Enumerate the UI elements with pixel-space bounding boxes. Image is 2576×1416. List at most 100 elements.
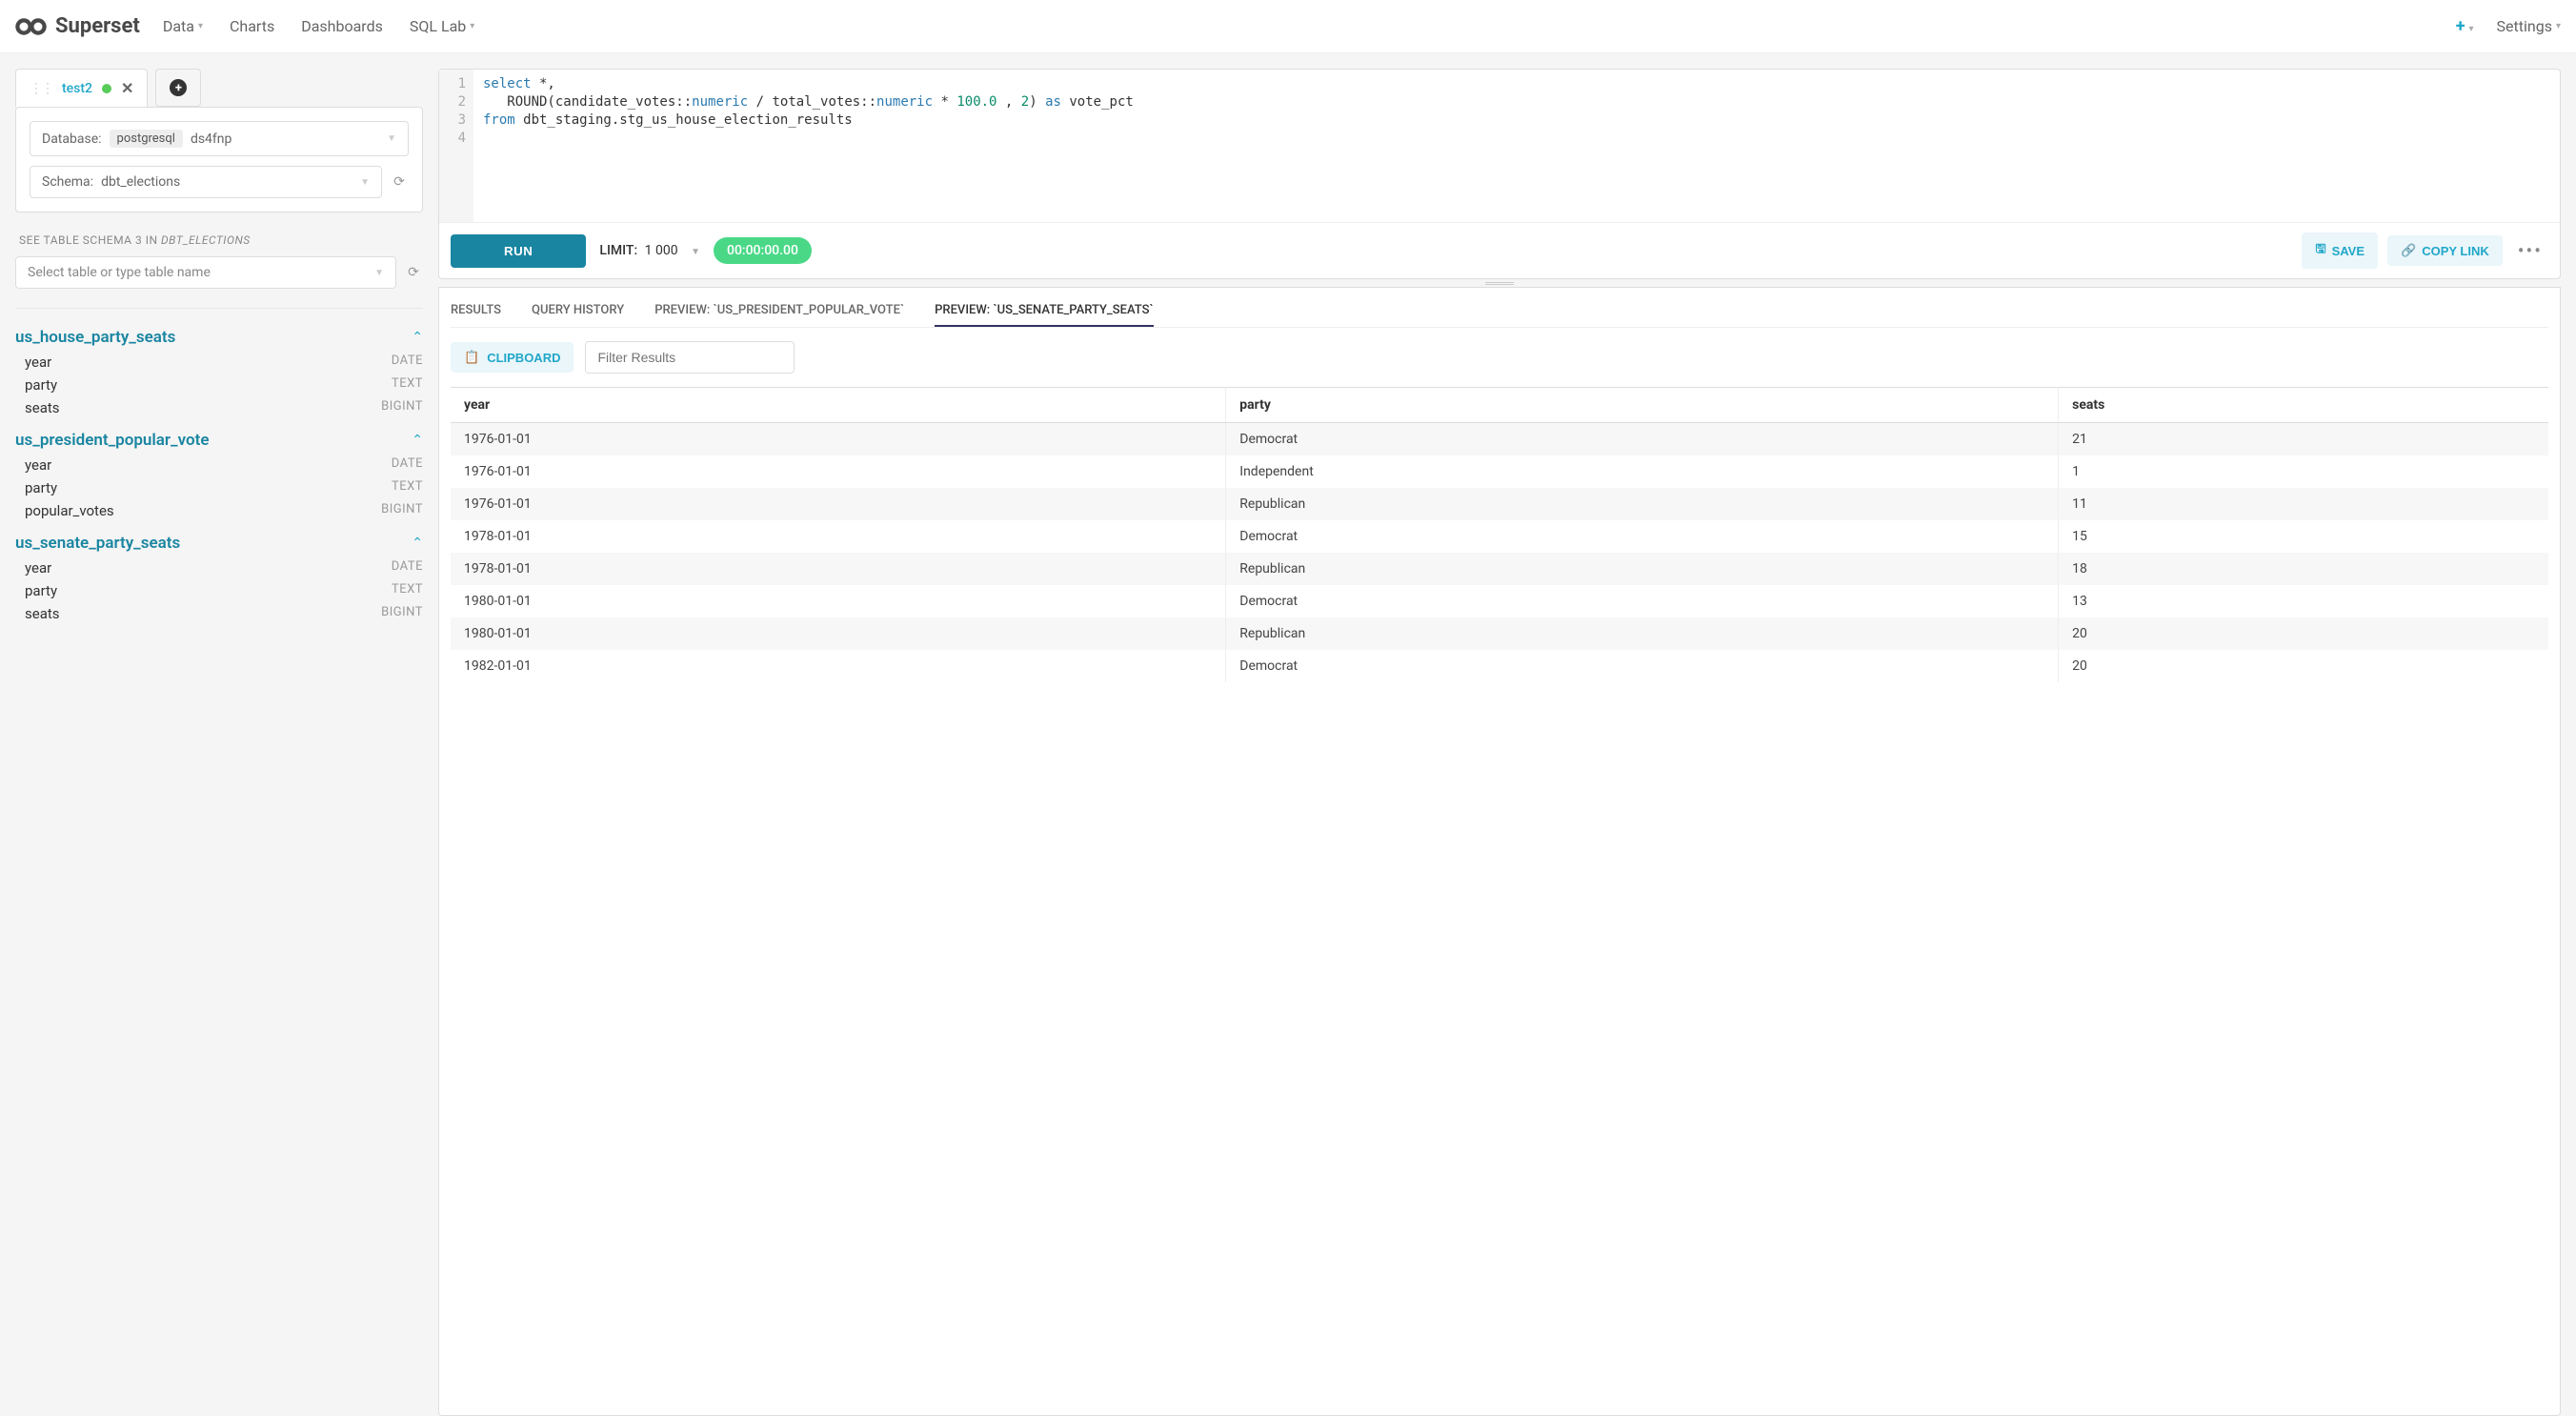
table-row[interactable]: 1978-01-01Democrat15 (451, 520, 2548, 553)
result-tab[interactable]: PREVIEW: `US_PRESIDENT_POPULAR_VOTE` (654, 295, 904, 327)
table-row[interactable]: 1980-01-01Republican20 (451, 617, 2548, 650)
table-header[interactable]: us_president_popular_vote⌃ (15, 427, 423, 454)
table-row[interactable]: 1980-01-01Democrat13 (451, 585, 2548, 617)
table-cell: 21 (2059, 423, 2548, 456)
new-button[interactable]: + ▾ (2456, 16, 2474, 36)
database-engine-pill: postgresql (110, 130, 183, 148)
column-type: DATE (392, 354, 423, 371)
clipboard-button[interactable]: 📋 CLIPBOARD (451, 342, 574, 373)
tab-close-icon[interactable]: ✕ (121, 79, 133, 97)
table-cell: Democrat (1226, 520, 2059, 553)
caret-down-icon: ▾ (2469, 24, 2474, 34)
table-cell: 20 (2059, 650, 2548, 682)
plus-circle-icon: + (170, 79, 187, 96)
more-menu-icon[interactable]: ••• (2512, 239, 2548, 262)
save-icon: 🖫 (2315, 240, 2325, 261)
caret-down-icon: ▼ (691, 247, 700, 257)
column-row: yearDATE (15, 556, 423, 579)
table-cell: 11 (2059, 488, 2548, 520)
column-type: BIGINT (381, 502, 423, 519)
column-type: TEXT (392, 582, 423, 599)
table-cell: 1978-01-01 (451, 520, 1226, 553)
sql-editor[interactable]: 1234 select *, ROUND(candidate_votes::nu… (439, 70, 2560, 222)
main-content: 1234 select *, ROUND(candidate_votes::nu… (438, 53, 2576, 1416)
table-row[interactable]: 1982-01-01Democrat20 (451, 650, 2548, 682)
table-header[interactable]: us_senate_party_seats ⌃ (15, 530, 423, 556)
resize-handle[interactable] (438, 279, 2561, 287)
drag-handle-icon[interactable]: ⋮⋮ (30, 81, 52, 96)
result-tab[interactable]: PREVIEW: `US_SENATE_PARTY_SEATS` (935, 295, 1154, 327)
column-row: seatsBIGINT (15, 602, 423, 625)
editor-panel: 1234 select *, ROUND(candidate_votes::nu… (438, 69, 2561, 279)
column-header[interactable]: year (451, 388, 1226, 423)
table-row[interactable]: 1976-01-01Republican11 (451, 488, 2548, 520)
column-name: popular_votes (25, 502, 114, 519)
table-cell: 1976-01-01 (451, 423, 1226, 456)
table-cell: 1978-01-01 (451, 553, 1226, 585)
query-tab[interactable]: ⋮⋮ test2 ✕ (15, 69, 148, 107)
tab-add-button[interactable]: + (155, 69, 201, 107)
editor-toolbar: RUN LIMIT: 1 000 ▼ 00:00:00.00 🖫 SAVE 🔗 … (439, 222, 2560, 278)
table-list: us_house_party_seats⌃yearDATEpartyTEXTse… (15, 308, 423, 625)
result-tab[interactable]: RESULTS (451, 295, 501, 327)
column-row: yearDATE (15, 351, 423, 374)
limit-control[interactable]: LIMIT: 1 000 ▼ (599, 243, 700, 258)
column-type: TEXT (392, 479, 423, 496)
result-controls: 📋 CLIPBOARD (451, 328, 2548, 387)
editor-code[interactable]: select *, ROUND(candidate_votes::numeric… (473, 70, 1143, 222)
table-row[interactable]: 1976-01-01Independent1 (451, 455, 2548, 488)
column-row: partyTEXT (15, 579, 423, 602)
column-header[interactable]: seats (2059, 388, 2548, 423)
caret-down-icon: ▼ (387, 133, 396, 144)
schema-select[interactable]: Schema: dbt_elections ▼ (30, 166, 382, 198)
refresh-icon[interactable]: ⟳ (390, 174, 409, 190)
filter-results-input[interactable] (585, 341, 795, 374)
superset-logo-icon (15, 16, 50, 37)
nav-settings[interactable]: Settings ▾ (2497, 17, 2561, 35)
schema-label: Schema: (42, 174, 93, 190)
save-button[interactable]: 🖫 SAVE (2302, 233, 2378, 269)
table-cell: Republican (1226, 553, 2059, 585)
table-cell: Independent (1226, 455, 2059, 488)
table-select[interactable]: Select table or type table name ▼ (15, 256, 396, 289)
nav-sqllab[interactable]: SQL Lab▾ (410, 17, 474, 35)
nav-dashboards[interactable]: Dashboards (301, 17, 383, 35)
column-name: year (25, 456, 51, 474)
nav-charts[interactable]: Charts (230, 17, 274, 35)
table-name: us_president_popular_vote (15, 431, 210, 450)
column-name: year (25, 559, 51, 577)
column-row: partyTEXT (15, 476, 423, 499)
table-header[interactable]: us_house_party_seats⌃ (15, 324, 423, 351)
clipboard-icon: 📋 (464, 350, 479, 365)
run-button[interactable]: RUN (451, 234, 586, 268)
limit-label: LIMIT: (599, 243, 637, 258)
chevron-up-icon: ⌃ (412, 536, 423, 551)
column-type: BIGINT (381, 605, 423, 622)
query-tabs: ⋮⋮ test2 ✕ + (15, 69, 423, 107)
table-name: us_senate_party_seats (15, 534, 180, 553)
table-row[interactable]: 1976-01-01Democrat21 (451, 423, 2548, 456)
table-cell: 13 (2059, 585, 2548, 617)
result-tab[interactable]: QUERY HISTORY (532, 295, 624, 327)
nav-data[interactable]: Data▾ (163, 17, 203, 35)
refresh-icon[interactable]: ⟳ (404, 265, 423, 280)
schema-heading: SEE TABLE SCHEMA 3 IN DBT_ELECTIONS (19, 233, 423, 247)
table-row[interactable]: 1978-01-01Republican18 (451, 553, 2548, 585)
table-cell: 1980-01-01 (451, 617, 1226, 650)
column-header[interactable]: party (1226, 388, 2059, 423)
table-cell: Democrat (1226, 650, 2059, 682)
column-row: popular_votes BIGINT (15, 499, 423, 522)
table-cell: Democrat (1226, 585, 2059, 617)
copy-link-button[interactable]: 🔗 COPY LINK (2387, 235, 2503, 266)
caret-down-icon: ▾ (198, 21, 203, 31)
column-type: DATE (392, 456, 423, 474)
caret-down-icon: ▾ (2556, 21, 2561, 31)
brand-logo[interactable]: Superset (15, 14, 140, 38)
database-select[interactable]: Database: postgresql ds4fnp ▼ (30, 121, 409, 156)
table-cell: 15 (2059, 520, 2548, 553)
column-row: partyTEXT (15, 374, 423, 396)
table-item: us_senate_party_seats ⌃ yearDATEpartyTEXTs… (15, 530, 423, 625)
table-cell: 18 (2059, 553, 2548, 585)
table-cell: Democrat (1226, 423, 2059, 456)
query-timer: 00:00:00.00 (714, 237, 812, 264)
